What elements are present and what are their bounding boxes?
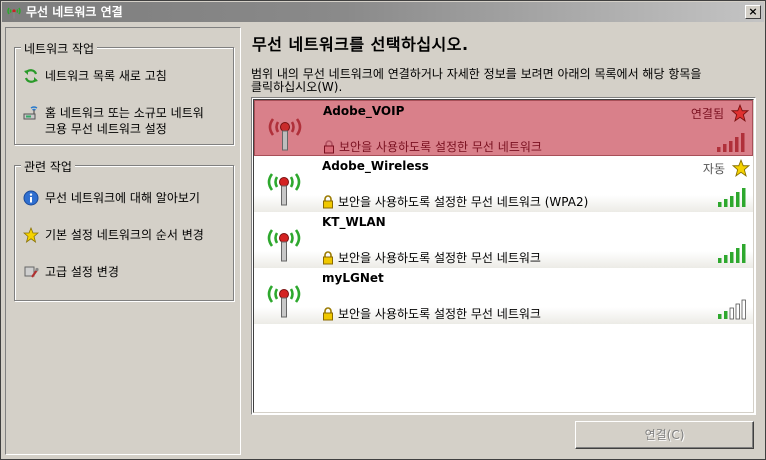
star-icon — [23, 227, 39, 243]
wireless-antenna-icon — [267, 285, 301, 318]
network-security: 보안을 사용하도록 설정한 무선 네트워크 (WPA2) — [322, 193, 588, 210]
page-title: 무선 네트워크를 선택하십시오. — [252, 35, 469, 54]
network-list[interactable]: Adobe_VOIP 연결됨 보안을 사용하도록 설정한 무선 네트워크 Ado… — [251, 97, 756, 415]
task-pane: 네트워크 작업 네트워크 목록 새로 고침 홈 네트워크 또는 소규모 네트워 … — [5, 27, 241, 455]
refresh-icon — [24, 69, 38, 83]
network-security: 보안을 사용하도록 설정한 무선 네트워크 — [323, 138, 542, 155]
lock-icon — [323, 194, 333, 208]
lock-icon — [323, 306, 333, 320]
network-name: myLGNet — [322, 271, 384, 285]
network-item-adobe-voip[interactable]: Adobe_VOIP 연결됨 보안을 사용하도록 설정한 무선 네트워크 — [254, 100, 753, 156]
lock-icon — [323, 250, 333, 264]
star-icon — [731, 104, 749, 122]
network-security: 보안을 사용하도록 설정한 무선 네트워크 — [322, 249, 541, 266]
instructions-line2: 클릭하십시오(W). — [251, 80, 343, 94]
network-security-label: 보안을 사용하도록 설정한 무선 네트워크 — [339, 140, 542, 154]
network-item-mylgnet[interactable]: myLGNet 보안을 사용하도록 설정한 무선 네트워크 — [254, 268, 753, 324]
advanced-settings-label: 고급 설정 변경 — [45, 265, 119, 279]
signal-strength-icon — [717, 133, 745, 152]
refresh-network-list-label: 네트워크 목록 새로 고침 — [45, 69, 167, 83]
network-name: KT_WLAN — [322, 215, 386, 229]
network-name: Adobe_VOIP — [323, 104, 405, 118]
network-item-adobe-wireless[interactable]: Adobe_Wireless 자동 보안을 사용하도록 설정한 무선 네트워크 … — [254, 156, 753, 212]
title-bar[interactable]: 무선 네트워크 연결 × — [2, 2, 764, 22]
signal-strength-icon — [718, 244, 746, 263]
window-title: 무선 네트워크 연결 — [26, 5, 123, 19]
network-security-label: 보안을 사용하도록 설정한 무선 네트워크 — [338, 251, 541, 265]
signal-strength-icon — [718, 299, 746, 320]
star-icon — [732, 159, 750, 177]
network-status: 자동 — [702, 162, 725, 176]
setup-wireless-network-label: 홈 네트워크 또는 소규모 네트워 크용 무선 네트워크 설정 — [45, 105, 204, 137]
network-tasks-title: 네트워크 작업 — [21, 40, 98, 57]
learn-wireless-task[interactable]: 무선 네트워크에 대해 알아보기 — [23, 190, 228, 206]
network-list-inner: Adobe_VOIP 연결됨 보안을 사용하도록 설정한 무선 네트워크 Ado… — [253, 99, 754, 413]
connect-button[interactable]: 연결(C) — [575, 421, 754, 449]
setup-wireless-network-task[interactable]: 홈 네트워크 또는 소규모 네트워 크용 무선 네트워크 설정 — [23, 105, 228, 137]
network-security-label: 보안을 사용하도록 설정한 무선 네트워크 (WPA2) — [338, 195, 589, 209]
network-security-label: 보안을 사용하도록 설정한 무선 네트워크 — [338, 307, 541, 321]
network-security: 보안을 사용하도록 설정한 무선 네트워크 — [322, 305, 541, 322]
network-status: 연결됨 — [690, 107, 724, 121]
network-name: Adobe_Wireless — [322, 159, 429, 173]
learn-wireless-label: 무선 네트워크에 대해 알아보기 — [45, 191, 200, 205]
refresh-network-list-task[interactable]: 네트워크 목록 새로 고침 — [23, 68, 228, 84]
close-icon: × — [748, 5, 758, 18]
main-pane: 무선 네트워크를 선택하십시오. 범위 내의 무선 네트워크에 연결하거나 자세… — [245, 27, 763, 455]
network-item-kt-wlan[interactable]: KT_WLAN 보안을 사용하도록 설정한 무선 네트워크 — [254, 212, 753, 268]
advanced-settings-task[interactable]: 고급 설정 변경 — [23, 264, 228, 280]
wireless-antenna-icon — [268, 118, 302, 151]
info-icon — [23, 190, 39, 206]
setup-label-line1: 홈 네트워크 또는 소규모 네트워 — [45, 106, 204, 120]
setup-label-line2: 크용 무선 네트워크 설정 — [45, 122, 167, 136]
change-preferred-order-task[interactable]: 기본 설정 네트워크의 순서 변경 — [23, 227, 228, 243]
close-button[interactable]: × — [745, 5, 761, 19]
related-tasks-title: 관련 작업 — [21, 158, 75, 175]
instructions-text: 범위 내의 무선 네트워크에 연결하거나 자세한 정보를 보려면 아래의 목록에… — [251, 68, 756, 94]
wireless-connection-window: 무선 네트워크 연결 × 네트워크 작업 네트워크 목록 새로 고침 홈 네트워… — [0, 0, 766, 460]
network-tasks-group: 네트워크 작업 네트워크 목록 새로 고침 홈 네트워크 또는 소규모 네트워 … — [14, 40, 234, 145]
signal-strength-icon — [718, 188, 746, 207]
wireless-antenna-icon — [267, 229, 301, 262]
wireless-antenna-icon — [267, 173, 301, 206]
change-preferred-order-label: 기본 설정 네트워크의 순서 변경 — [45, 228, 204, 242]
lock-icon — [324, 139, 334, 153]
wireless-network-icon — [7, 7, 21, 19]
related-tasks-group: 관련 작업 무선 네트워크에 대해 알아보기 기본 설정 네트워크의 순서 변경 — [14, 158, 234, 301]
wireless-setup-icon — [23, 106, 38, 120]
settings-icon — [24, 266, 39, 278]
